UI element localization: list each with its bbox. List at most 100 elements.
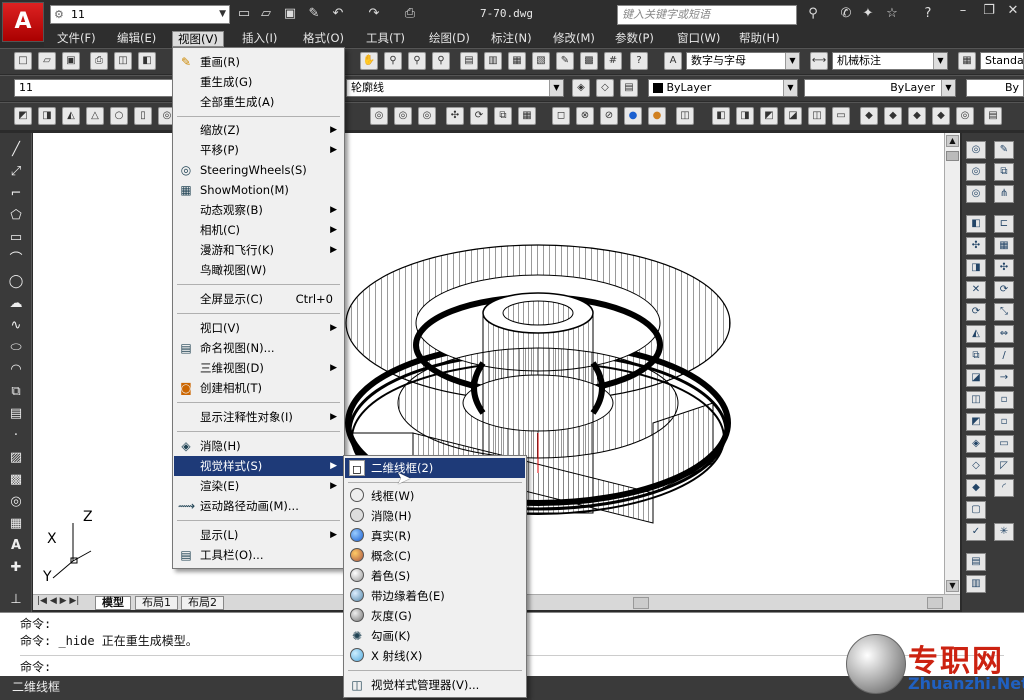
scroll-down-button[interactable]: ▼ xyxy=(946,580,959,592)
text-style-icon[interactable]: A xyxy=(664,52,682,70)
hidden-style-icon[interactable]: ⊘ xyxy=(600,107,618,125)
zoom-realtime-icon[interactable]: ⚲ xyxy=(384,52,402,70)
trim-icon[interactable]: / xyxy=(994,347,1014,365)
menu-item-hide[interactable]: ◈ 消隐(H) xyxy=(174,436,343,456)
restore-button[interactable]: ❐ xyxy=(976,0,1002,22)
zoom-window-icon[interactable]: ⚲ xyxy=(408,52,426,70)
menu-item-redraw[interactable]: ✎ 重画(R) xyxy=(174,52,343,72)
help-search-input[interactable]: 键入关键字或短语 xyxy=(617,5,797,25)
dim-style-icon[interactable]: ⟷ xyxy=(810,52,828,70)
menu-modify[interactable]: 修改(M) xyxy=(548,31,600,47)
pan-icon[interactable]: ✋ xyxy=(360,52,378,70)
communication-center-icon[interactable]: ✆ xyxy=(838,6,854,22)
view-top-icon[interactable]: ◨ xyxy=(736,107,754,125)
menu-help[interactable]: 帮助(H) xyxy=(734,31,785,47)
menu-item-realistic[interactable]: 真实(R) xyxy=(345,526,525,546)
ellipse-arc-icon[interactable]: ◠ xyxy=(7,361,25,379)
menu-file[interactable]: 文件(F) xyxy=(52,31,101,47)
menu-item-3d-views[interactable]: 三维视图(D) ▶ xyxy=(174,358,343,378)
rectangle-icon[interactable]: ▭ xyxy=(7,229,25,247)
lineweight-select[interactable]: By xyxy=(966,79,1024,97)
menu-insert[interactable]: 插入(I) xyxy=(237,31,282,47)
open-icon[interactable]: ▱ xyxy=(38,52,56,70)
dim-style-select[interactable]: 机械标注 ▼ xyxy=(832,52,948,70)
menu-item-orbit[interactable]: 动态观察(B) ▶ xyxy=(174,200,343,220)
ellipse-icon[interactable]: ⬭ xyxy=(7,339,25,357)
revision-cloud-icon[interactable]: ☁ xyxy=(7,295,25,313)
menu-item-xray[interactable]: X 射线(X) xyxy=(345,646,525,666)
scroll-up-button[interactable]: ▲ xyxy=(946,135,959,147)
menu-item-steeringwheels[interactable]: ◎ SteeringWheels(S) xyxy=(174,160,343,180)
menu-item-visual-style-manager[interactable]: ◫ 视觉样式管理器(V)... xyxy=(345,675,525,695)
offset-icon[interactable]: ⊏ xyxy=(994,215,1014,233)
make-block-icon[interactable]: ▤ xyxy=(7,405,25,423)
menu-item-fullscreen[interactable]: 全屏显示(C) Ctrl+0 xyxy=(174,289,343,309)
polyline-icon[interactable]: ⌐ xyxy=(7,185,25,203)
sheet-set-icon[interactable]: ▧ xyxy=(532,52,550,70)
multiline-text-icon[interactable]: A xyxy=(7,537,25,555)
tab-layout2[interactable]: 布局2 xyxy=(181,596,224,610)
redo-icon[interactable]: ↷ xyxy=(366,6,382,22)
sphere-icon[interactable]: ○ xyxy=(110,107,128,125)
stretch-icon[interactable]: ⇔ xyxy=(994,325,1014,343)
join-icon[interactable]: ▭ xyxy=(994,435,1014,453)
menu-format[interactable]: 格式(O) xyxy=(298,31,349,47)
extend-icon[interactable]: → xyxy=(994,369,1014,387)
table-style-icon[interactable]: ▦ xyxy=(958,52,976,70)
conceptual-style-icon[interactable]: ● xyxy=(648,107,666,125)
2d-wireframe-style-icon[interactable]: ◻ xyxy=(552,107,570,125)
menu-item-viewports[interactable]: 视口(V) ▶ xyxy=(174,318,343,338)
se-iso-icon[interactable]: ◆ xyxy=(884,107,902,125)
move-icon[interactable]: ✣ xyxy=(994,259,1014,277)
union-icon[interactable]: ◎ xyxy=(966,141,986,159)
insert-block-icon[interactable]: ⧉ xyxy=(7,383,25,401)
undo-icon[interactable]: ↶ xyxy=(330,6,346,22)
preview-icon[interactable]: ◫ xyxy=(114,52,132,70)
construction-line-icon[interactable]: ⤢ xyxy=(7,163,25,181)
clean-icon[interactable]: ◇ xyxy=(966,457,986,475)
copy-icon[interactable]: ⧉ xyxy=(994,163,1014,181)
favorites-icon[interactable]: ✦ xyxy=(860,6,876,22)
ucs-icon[interactable]: ⊥ xyxy=(7,591,25,609)
fillet-icon[interactable]: ◜ xyxy=(994,479,1014,497)
add-selected-icon[interactable]: ✚ xyxy=(7,559,25,577)
save-icon[interactable]: ▣ xyxy=(282,6,298,22)
save-as-icon[interactable]: ✎ xyxy=(306,6,322,22)
make-current-layer-icon[interactable]: ◈ xyxy=(572,79,590,97)
offset-faces-icon[interactable]: ◨ xyxy=(966,259,986,277)
scroll-thumb[interactable] xyxy=(946,151,959,161)
imprint-icon[interactable]: ◈ xyxy=(966,435,986,453)
menu-item-camera[interactable]: 相机(C) ▶ xyxy=(174,220,343,240)
plot-icon[interactable]: ⎙ xyxy=(90,52,108,70)
menu-item-shaded-edges[interactable]: 带边缘着色(E) xyxy=(345,586,525,606)
new-icon[interactable]: □ xyxy=(14,52,32,70)
copy-faces-icon[interactable]: ⧉ xyxy=(966,347,986,365)
layer-state-select[interactable]: 11 xyxy=(14,79,174,97)
hatch-icon[interactable]: ▨ xyxy=(7,449,25,467)
print-icon[interactable]: ⎙ xyxy=(402,6,418,22)
menu-item-shaded[interactable]: 着色(S) xyxy=(345,566,525,586)
copy-edges-icon[interactable]: ◫ xyxy=(966,391,986,409)
menu-parametric[interactable]: 参数(P) xyxy=(610,31,659,47)
menu-view[interactable]: 视图(V) xyxy=(172,31,224,47)
menu-item-conceptual[interactable]: 概念(C) xyxy=(345,546,525,566)
mirror-icon[interactable]: ⋔ xyxy=(994,185,1014,203)
layer-manager-icon[interactable]: ▤ xyxy=(620,79,638,97)
view-bottom-icon[interactable]: ◩ xyxy=(760,107,778,125)
menu-item-pan[interactable]: 平移(P) ▶ xyxy=(174,140,343,160)
3d-move-icon[interactable]: ✣ xyxy=(446,107,464,125)
shell-icon[interactable]: ▢ xyxy=(966,501,986,519)
menu-item-zoom[interactable]: 缩放(Z) ▶ xyxy=(174,120,343,140)
3d-rotate-icon[interactable]: ⟳ xyxy=(470,107,488,125)
scale-icon[interactable]: ⤡ xyxy=(994,303,1014,321)
markup-icon[interactable]: ✎ xyxy=(556,52,574,70)
chamfer-icon[interactable]: ◸ xyxy=(994,457,1014,475)
move-faces-icon[interactable]: ✣ xyxy=(966,237,986,255)
line-icon[interactable]: ╱ xyxy=(7,141,25,159)
box-icon[interactable]: ◨ xyxy=(38,107,56,125)
menu-item-hidden[interactable]: 消隐(H) xyxy=(345,506,525,526)
break-at-point-icon[interactable]: ▫ xyxy=(994,391,1014,409)
3d-align-icon[interactable]: ⧉ xyxy=(494,107,512,125)
menu-item-regen[interactable]: 重生成(G) xyxy=(174,72,343,92)
wedge-icon[interactable]: ◭ xyxy=(62,107,80,125)
